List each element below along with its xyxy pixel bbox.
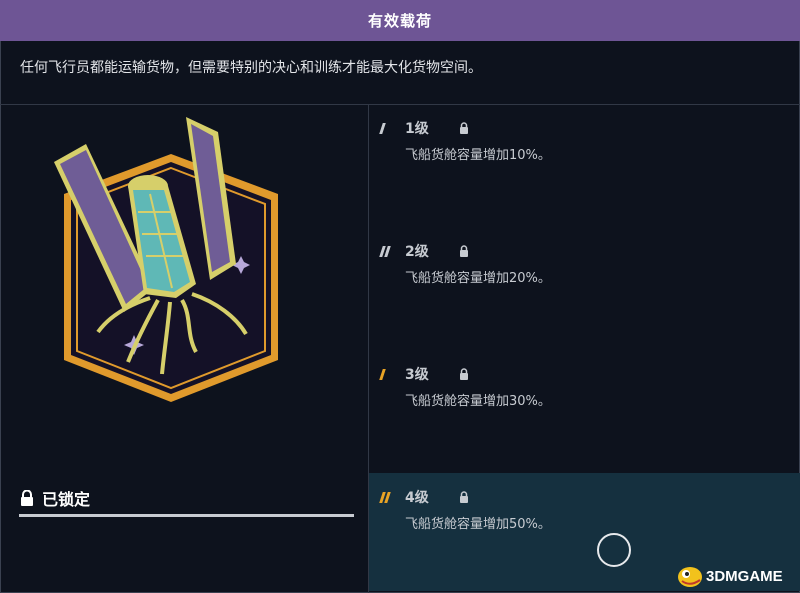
progress-bar — [19, 514, 354, 517]
level-label: 3级 — [405, 367, 429, 383]
description-text: 任何飞行员都能运输货物，但需要特别的决心和训练才能最大化货物空间。 — [20, 60, 482, 76]
rank-pips — [379, 368, 403, 380]
level-label: 1级 — [405, 121, 429, 137]
watermark-text: 3DMGAME — [706, 567, 783, 585]
level-description: 飞船货舱容量增加10%。 — [405, 148, 551, 163]
rank-pips — [379, 122, 403, 134]
level-label: 2级 — [405, 244, 429, 260]
lock-icon — [460, 245, 468, 257]
level-row-1[interactable]: 1级 飞船货舱容量增加10%。 — [369, 104, 800, 224]
cursor-ring-icon — [597, 533, 631, 567]
payload-badge-icon — [54, 117, 278, 402]
level-label: 4级 — [405, 490, 429, 506]
locked-label: 已锁定 — [42, 490, 91, 509]
lock-icon — [21, 490, 33, 506]
panel-header: 有效载荷 — [0, 0, 800, 41]
levels-panel: 1级 飞船货舱容量增加10%。 2级 飞船货舱容量增加20%。 3级 飞船货舱容… — [369, 104, 800, 593]
skill-description: 任何飞行员都能运输货物，但需要特别的决心和训练才能最大化货物空间。 — [0, 41, 800, 105]
page-title: 有效载荷 — [367, 12, 432, 30]
lock-icon — [460, 368, 468, 380]
level-description: 飞船货舱容量增加30%。 — [405, 394, 551, 409]
mascot-logo-icon — [678, 567, 702, 587]
rank-pips — [379, 245, 403, 257]
level-description: 飞船货舱容量增加20%。 — [405, 271, 551, 286]
level-row-3[interactable]: 3级 飞船货舱容量增加30%。 — [369, 350, 800, 470]
watermark: 3DMGAME — [676, 563, 783, 589]
level-description: 飞船货舱容量增加50%。 — [405, 517, 551, 532]
rank-pips — [379, 491, 403, 503]
lock-icon — [460, 491, 468, 503]
lock-icon — [460, 122, 468, 134]
locked-status: 已锁定 — [20, 486, 90, 510]
level-row-2[interactable]: 2级 飞船货舱容量增加20%。 — [369, 227, 800, 347]
